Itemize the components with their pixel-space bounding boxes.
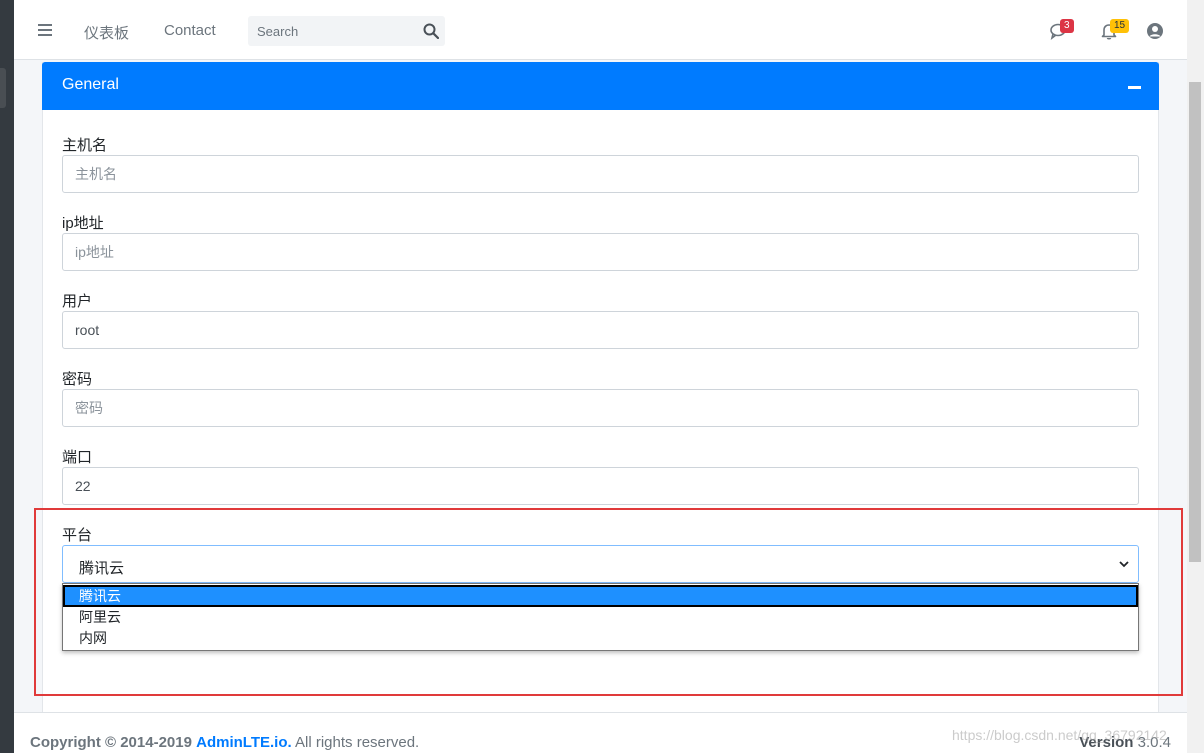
password-label: 密码 [62, 371, 93, 388]
platform-dropdown-list: 腾讯云 阿里云 内网 [62, 583, 1139, 651]
version-text: Version 3.0.4 [1079, 734, 1171, 751]
version-label: Version [1079, 734, 1134, 751]
page-scrollbar-thumb[interactable] [1189, 82, 1201, 562]
copyright-suffix: All rights reserved. [295, 734, 420, 751]
platform-selected-value: 腾讯云 [79, 560, 125, 577]
search-icon[interactable] [423, 23, 439, 39]
notifications-badge: 15 [1110, 19, 1130, 33]
platform-label: 平台 [62, 527, 93, 544]
hamburger-menu-icon[interactable] [38, 24, 52, 36]
ip-label: ip地址 [62, 215, 104, 232]
password-input[interactable] [62, 389, 1139, 427]
user-label: 用户 [62, 293, 93, 310]
user-circle-icon [1147, 23, 1163, 39]
chevron-down-icon [1119, 561, 1129, 568]
collapse-minus-icon[interactable] [1128, 86, 1141, 89]
nav-link-contact[interactable]: Contact [164, 22, 216, 39]
adminlte-link[interactable]: AdminLTE.io. [196, 734, 292, 751]
version-number: 3.0.4 [1137, 734, 1171, 751]
copyright-prefix: Copyright © 2014-2019 [30, 734, 192, 751]
card-header: General [42, 62, 1159, 110]
platform-option-aliyun[interactable]: 阿里云 [63, 607, 1138, 629]
page-footer: Copyright © 2014-2019 AdminLTE.io. All r… [14, 712, 1187, 753]
platform-option-intranet[interactable]: 内网 [63, 628, 1138, 650]
top-navbar: 仪表板 Contact 3 15 [14, 0, 1187, 60]
user-input[interactable] [62, 311, 1139, 349]
hostname-input[interactable] [62, 155, 1139, 193]
search-input[interactable] [248, 16, 413, 46]
port-label: 端口 [62, 449, 93, 466]
nav-link-dashboard[interactable]: 仪表板 [84, 22, 129, 43]
notifications-dropdown[interactable]: 15 [1100, 19, 1130, 40]
messages-badge: 3 [1060, 19, 1074, 33]
sidebar-collapsed [0, 0, 14, 753]
messages-dropdown[interactable]: 3 [1050, 19, 1074, 40]
copyright-text: Copyright © 2014-2019 AdminLTE.io. All r… [30, 734, 419, 751]
port-input[interactable] [62, 467, 1139, 505]
user-menu[interactable] [1146, 22, 1164, 40]
card-title: General [62, 76, 119, 93]
search-form [248, 16, 445, 46]
platform-option-tencent[interactable]: 腾讯云 [63, 585, 1138, 607]
hostname-label: 主机名 [62, 137, 108, 154]
platform-select[interactable]: 腾讯云 [62, 545, 1139, 583]
ip-input[interactable] [62, 233, 1139, 271]
sidebar-toggle-nub[interactable] [0, 68, 6, 108]
